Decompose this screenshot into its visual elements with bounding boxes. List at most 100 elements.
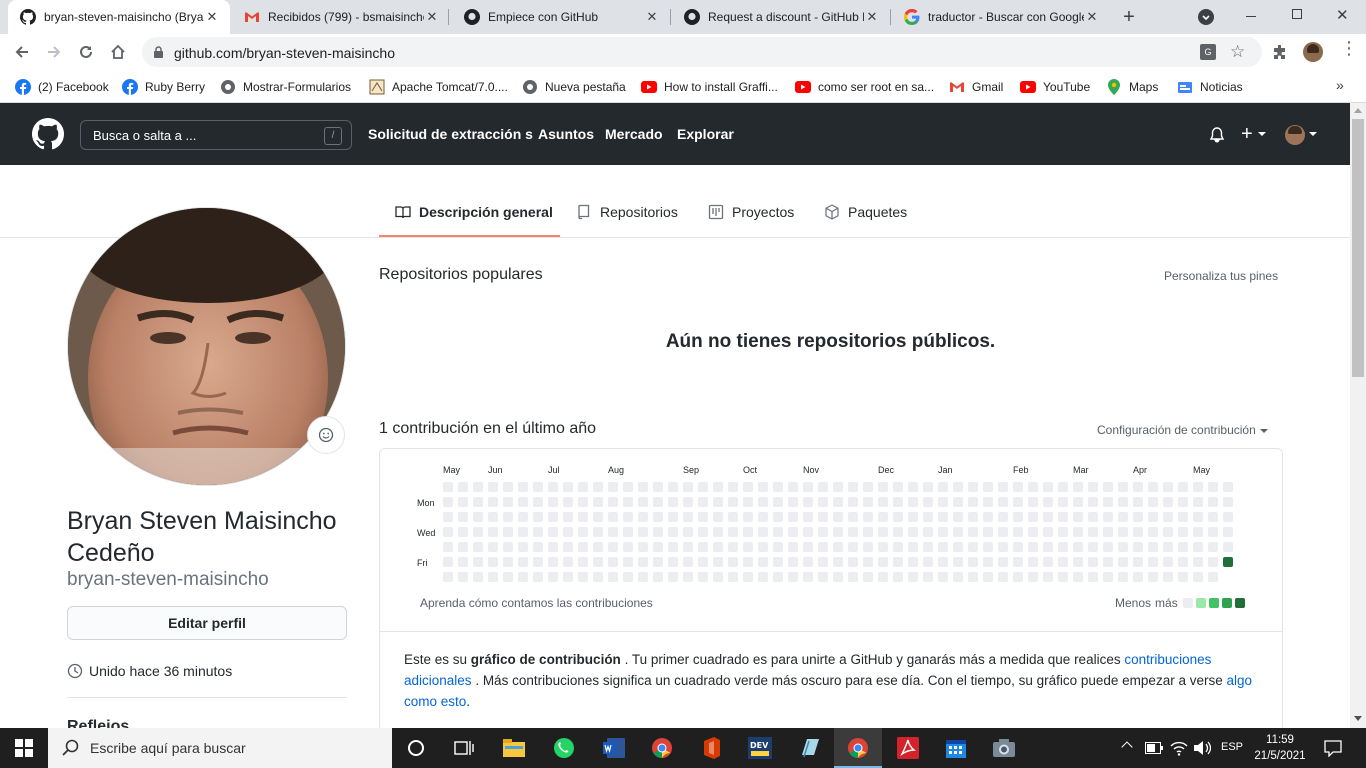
contribution-day-cell[interactable] <box>1133 542 1143 552</box>
bookmark-item[interactable]: Apache Tomcat/7.0.... <box>369 77 508 97</box>
contribution-day-cell[interactable] <box>563 482 573 492</box>
contribution-day-cell[interactable] <box>713 572 723 582</box>
github-search-input[interactable]: Busca o salta a ... / <box>80 120 352 150</box>
contribution-day-cell[interactable] <box>1043 557 1053 567</box>
contribution-day-cell[interactable] <box>803 572 813 582</box>
contribution-day-cell[interactable] <box>563 572 573 582</box>
contribution-day-cell[interactable] <box>1103 527 1113 537</box>
contribution-day-cell[interactable] <box>1028 512 1038 522</box>
contribution-day-cell[interactable] <box>1103 557 1113 567</box>
contribution-day-cell[interactable] <box>758 542 768 552</box>
contribution-day-cell[interactable] <box>848 557 858 567</box>
contribution-day-cell[interactable] <box>743 557 753 567</box>
contribution-day-cell[interactable] <box>698 497 708 507</box>
contribution-day-cell[interactable] <box>863 482 873 492</box>
contribution-day-cell[interactable] <box>1163 512 1173 522</box>
contribution-day-cell[interactable] <box>983 482 993 492</box>
contribution-day-cell[interactable] <box>1163 527 1173 537</box>
contribution-day-cell[interactable] <box>713 542 723 552</box>
contribution-day-cell[interactable] <box>818 512 828 522</box>
contribution-day-cell[interactable] <box>773 497 783 507</box>
contribution-day-cell[interactable] <box>563 557 573 567</box>
contribution-day-cell[interactable] <box>908 512 918 522</box>
contribution-day-cell[interactable] <box>1223 527 1233 537</box>
contribution-day-cell[interactable] <box>1013 512 1023 522</box>
contribution-day-cell[interactable] <box>1163 542 1173 552</box>
profile-avatar-icon[interactable] <box>1303 42 1323 62</box>
forward-icon[interactable] <box>39 37 69 67</box>
contribution-day-cell[interactable] <box>848 527 858 537</box>
contribution-day-cell[interactable] <box>1193 512 1203 522</box>
nav-issues[interactable]: Asuntos <box>538 126 594 142</box>
profile-avatar[interactable] <box>67 207 346 486</box>
contribution-day-cell[interactable] <box>593 482 603 492</box>
contribution-day-cell[interactable] <box>1103 542 1113 552</box>
contribution-day-cell[interactable] <box>833 527 843 537</box>
contribution-day-cell[interactable] <box>593 542 603 552</box>
contribution-day-cell[interactable] <box>1163 497 1173 507</box>
browser-tab-1[interactable]: bryan-steven-maisincho (Bryan ✕ <box>8 0 230 34</box>
contribution-day-cell[interactable] <box>1073 512 1083 522</box>
contribution-day-cell[interactable] <box>638 482 648 492</box>
contribution-day-cell[interactable] <box>1088 482 1098 492</box>
contribution-day-cell[interactable] <box>848 542 858 552</box>
contribution-day-cell[interactable] <box>788 557 798 567</box>
contribution-day-cell[interactable] <box>1118 482 1128 492</box>
contribution-day-cell[interactable] <box>953 557 963 567</box>
contribution-day-cell[interactable] <box>1223 512 1233 522</box>
contribution-day-cell[interactable] <box>1148 512 1158 522</box>
contribution-day-cell[interactable] <box>818 527 828 537</box>
contribution-day-cell[interactable] <box>878 497 888 507</box>
contribution-day-cell[interactable] <box>1208 497 1218 507</box>
contribution-day-cell[interactable] <box>683 527 693 537</box>
contribution-day-cell[interactable] <box>728 512 738 522</box>
contribution-day-cell[interactable] <box>998 572 1008 582</box>
contribution-day-cell[interactable] <box>863 512 873 522</box>
contribution-day-cell[interactable] <box>503 512 513 522</box>
contribution-day-cell[interactable] <box>833 572 843 582</box>
notes-app-icon[interactable] <box>786 728 834 768</box>
contribution-day-cell[interactable] <box>818 572 828 582</box>
contribution-day-cell[interactable] <box>608 572 618 582</box>
contribution-day-cell[interactable] <box>473 557 483 567</box>
star-icon[interactable]: ☆ <box>1230 42 1245 62</box>
contribution-day-cell[interactable] <box>1178 557 1188 567</box>
contribution-day-cell[interactable] <box>668 512 678 522</box>
contribution-day-cell[interactable] <box>878 512 888 522</box>
contribution-day-cell[interactable] <box>1028 572 1038 582</box>
task-view-icon[interactable] <box>440 728 488 768</box>
nav-explore[interactable]: Explorar <box>677 126 734 142</box>
contribution-day-cell[interactable] <box>533 572 543 582</box>
contribution-day-cell[interactable] <box>1088 497 1098 507</box>
contribution-day-cell[interactable] <box>473 482 483 492</box>
contribution-day-cell[interactable] <box>563 497 573 507</box>
contribution-day-cell[interactable] <box>488 572 498 582</box>
close-icon[interactable]: ✕ <box>864 9 880 25</box>
new-tab-button[interactable]: + <box>1118 6 1140 28</box>
contribution-day-cell[interactable] <box>893 497 903 507</box>
contribution-day-cell[interactable] <box>728 527 738 537</box>
contribution-day-cell[interactable] <box>563 542 573 552</box>
contribution-day-cell[interactable] <box>1178 542 1188 552</box>
browser-tab-5[interactable]: traductor - Buscar con Google ✕ <box>892 0 1110 34</box>
contribution-day-cell[interactable] <box>938 482 948 492</box>
bookmark-item[interactable]: Ruby Berry <box>122 77 205 97</box>
contribution-day-cell[interactable] <box>788 527 798 537</box>
contribution-day-cell[interactable] <box>443 482 453 492</box>
contribution-day-cell[interactable] <box>908 482 918 492</box>
contribution-day-cell[interactable] <box>863 542 873 552</box>
contribution-day-cell[interactable] <box>1148 542 1158 552</box>
contribution-day-cell[interactable] <box>488 497 498 507</box>
contribution-day-cell[interactable] <box>758 512 768 522</box>
contribution-day-cell[interactable] <box>953 482 963 492</box>
contribution-day-cell[interactable] <box>743 527 753 537</box>
contribution-day-cell[interactable] <box>743 512 753 522</box>
cortana-icon[interactable] <box>392 728 440 768</box>
contribution-day-cell[interactable] <box>743 482 753 492</box>
contribution-day-cell[interactable] <box>638 542 648 552</box>
contribution-day-cell[interactable] <box>758 482 768 492</box>
contribution-day-cell[interactable] <box>608 557 618 567</box>
browser-tab-3[interactable]: Empiece con GitHub ✕ <box>452 0 670 34</box>
contribution-day-cell[interactable] <box>623 527 633 537</box>
bookmark-item[interactable]: How to install Graffi... <box>641 77 778 97</box>
